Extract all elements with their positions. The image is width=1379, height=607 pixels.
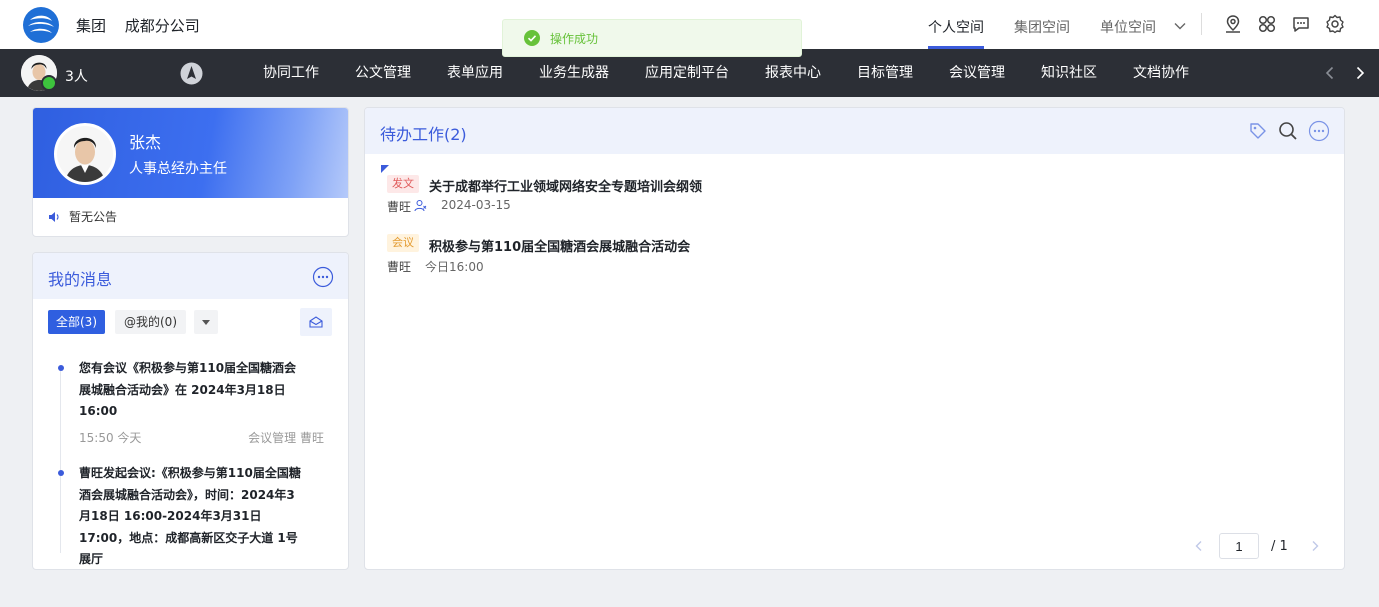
- profile-name: 张杰: [129, 133, 162, 152]
- nav-next-icon[interactable]: [1352, 65, 1368, 81]
- profile-role: 人事总经办主任: [129, 161, 227, 177]
- profile-avatar[interactable]: [54, 123, 116, 185]
- profile-card: 张杰 人事总经办主任 暂无公告: [32, 107, 349, 237]
- message-item-text[interactable]: 曹旺发起会议:《积极参与第110届全国糖酒会展城融合活动会》，时间：2024年3…: [79, 463, 305, 569]
- pager-next-icon[interactable]: [1309, 540, 1321, 552]
- nav-item-meetings[interactable]: 会议管理: [931, 49, 1023, 97]
- nav-item-goals[interactable]: 目标管理: [839, 49, 931, 97]
- filter-dropdown[interactable]: [194, 310, 218, 334]
- todo-item-date: 2024-03-15: [441, 198, 511, 212]
- apps-icon[interactable]: [1257, 14, 1277, 34]
- todo-title: 待办工作(2): [380, 125, 467, 144]
- todo-item-sender: 曹旺: [387, 260, 412, 274]
- more-icon[interactable]: [1308, 120, 1330, 142]
- page-number-input[interactable]: [1219, 533, 1259, 559]
- chat-icon[interactable]: [1291, 14, 1311, 34]
- envelope-open-icon: [309, 316, 323, 328]
- speaker-icon: [49, 211, 59, 222]
- nav-item-collaboration[interactable]: 协同工作: [245, 49, 337, 97]
- message-item-source: 会议管理 曹旺: [248, 431, 324, 445]
- todo-card: 待办工作(2) 发文 关于成都举行工业领域网络安全专题培训会纲领 曹旺 2024…: [364, 107, 1345, 570]
- nav-item-official-docs[interactable]: 公文管理: [337, 49, 429, 97]
- nav-item-knowledge[interactable]: 知识社区: [1023, 49, 1115, 97]
- settings-icon[interactable]: [1325, 14, 1345, 34]
- todo-item-sender: 曹旺: [387, 200, 412, 214]
- nav-prev-icon[interactable]: [1322, 65, 1338, 81]
- search-icon[interactable]: [1278, 121, 1298, 141]
- tab-group-space[interactable]: 集团空间: [1014, 0, 1070, 49]
- messages-title: 我的消息: [48, 270, 113, 289]
- space-tabs: 个人空间 集团空间 单位空间: [928, 0, 1186, 49]
- page-total: / 1: [1271, 539, 1288, 554]
- announcement-text: 暂无公告: [69, 210, 118, 224]
- todo-item-date: 今日16:00: [425, 260, 484, 274]
- todo-item-subject[interactable]: 关于成都举行工业领域网络安全专题培训会纲领: [429, 176, 702, 195]
- mark-read-button[interactable]: [300, 308, 332, 336]
- tag-icon[interactable]: [1248, 121, 1268, 141]
- user-proxy-icon: [414, 200, 427, 212]
- todo-header: 待办工作(2): [365, 108, 1344, 154]
- todo-type-tag: 会议: [387, 234, 419, 252]
- online-count: 3人: [65, 69, 88, 85]
- messages-header: 我的消息: [33, 253, 348, 299]
- messages-card: 我的消息 全部(3) @我的(0) 您有会议《积极参与第110届全国糖酒会展城融…: [32, 252, 349, 570]
- filter-mentions-button[interactable]: @我的(0): [115, 310, 186, 334]
- tab-personal-space[interactable]: 个人空间: [928, 0, 984, 49]
- caret-down-icon: [202, 319, 210, 325]
- message-item-text[interactable]: 您有会议《积极参与第110届全国糖酒会展城融合活动会》在 2024年3月18日 …: [79, 358, 305, 423]
- nav-item-doc-collab[interactable]: 文档协作: [1115, 49, 1207, 97]
- more-icon[interactable]: [312, 266, 334, 288]
- toast-message: 操作成功: [550, 31, 599, 46]
- todo-type-tag: 发文: [387, 175, 419, 193]
- tab-unit-space[interactable]: 单位空间: [1100, 0, 1156, 49]
- org-name: 集团 成都分公司: [76, 15, 214, 36]
- success-check-icon: [524, 30, 540, 46]
- org-group: 集团: [76, 17, 107, 35]
- success-toast: 操作成功: [502, 19, 802, 57]
- chevron-down-icon[interactable]: [1174, 20, 1186, 32]
- navigation-compass-icon[interactable]: [180, 62, 203, 85]
- online-status-badge: [41, 75, 57, 91]
- timeline-dot: [58, 470, 64, 476]
- unread-flag: [381, 165, 389, 173]
- pager-prev-icon[interactable]: [1193, 540, 1205, 552]
- org-branch: 成都分公司: [124, 17, 200, 35]
- announcement[interactable]: 暂无公告: [48, 208, 117, 225]
- todo-item-subject[interactable]: 积极参与第110届全国糖酒会展城融合活动会: [429, 236, 690, 255]
- header-divider: [1201, 13, 1202, 35]
- message-item-time: 15:50 今天: [79, 431, 142, 445]
- timeline-dot: [58, 365, 64, 371]
- timeline-line: [60, 368, 61, 553]
- avatar-portrait-icon: [57, 126, 113, 182]
- location-icon[interactable]: [1223, 14, 1243, 34]
- company-logo[interactable]: [22, 6, 60, 44]
- filter-all-button[interactable]: 全部(3): [48, 310, 105, 334]
